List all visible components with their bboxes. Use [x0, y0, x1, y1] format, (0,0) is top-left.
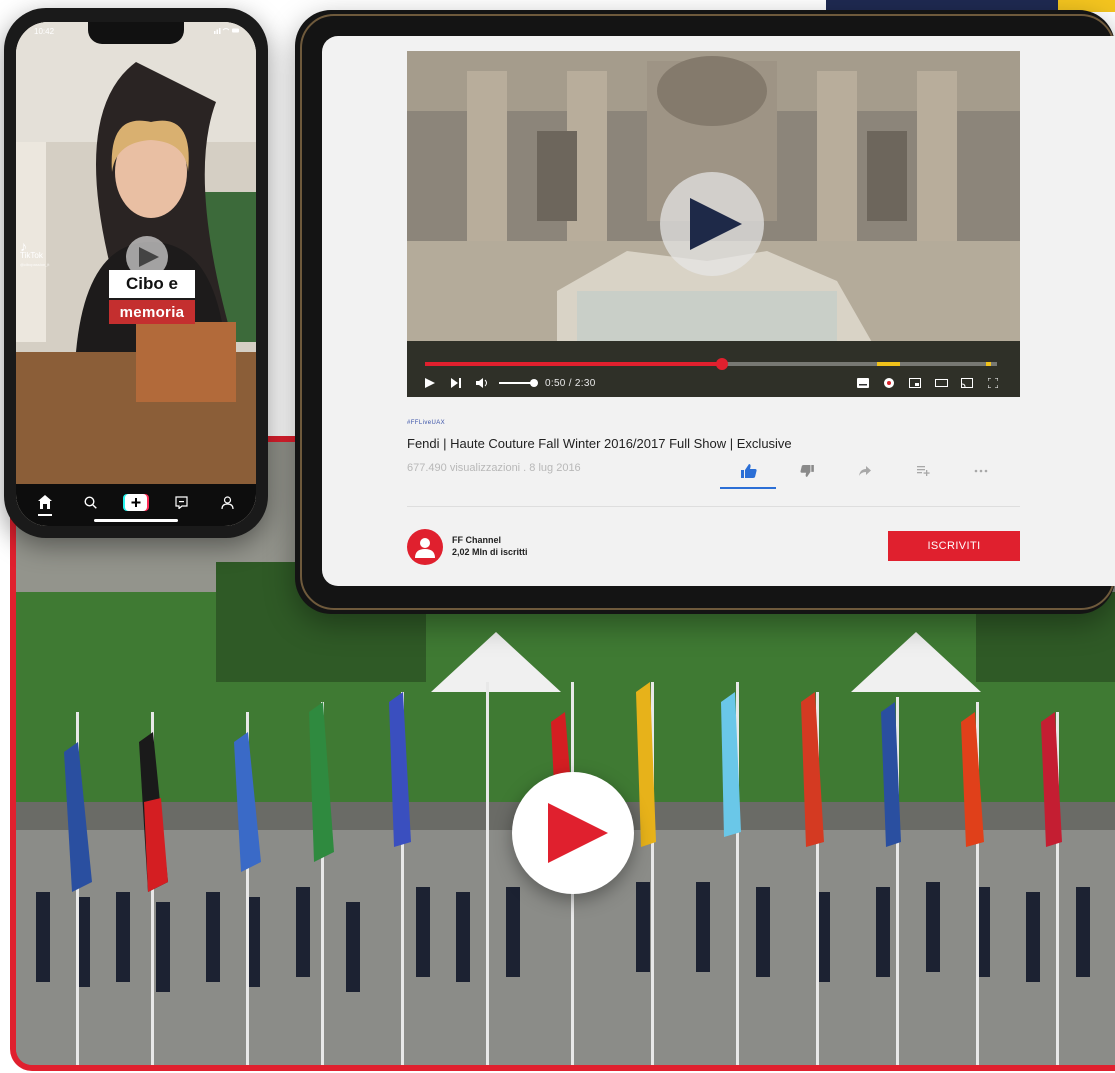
video-title: Fendi | Haute Couture Fall Winter 2016/2… — [407, 436, 792, 451]
tiktok-logo-icon: ♪ — [20, 238, 27, 254]
channel-name[interactable]: FF Channel — [452, 535, 501, 545]
play-icon — [138, 247, 159, 267]
video-player[interactable]: 0:50 / 2:30 — [407, 51, 1020, 397]
next-icon[interactable] — [447, 374, 465, 392]
tiktok-watermark: ♪ TikTok @cibopassion_it — [20, 238, 70, 269]
channel-subscriber-count: 2,02 Mln di iscritti — [452, 547, 528, 557]
search-icon — [84, 495, 97, 509]
subtitles-icon[interactable] — [854, 374, 872, 392]
tiktok-handle: @cibopassion_it — [20, 262, 50, 267]
tiktok-wordmark: TikTok — [20, 251, 43, 260]
progress-fill — [425, 362, 723, 366]
add-to-playlist-icon — [916, 466, 930, 476]
status-time: 10:42 — [34, 27, 55, 36]
nav-profile[interactable] — [213, 490, 241, 514]
volume-icon[interactable] — [473, 374, 491, 392]
aerial-play-button[interactable] — [512, 772, 634, 894]
subscribe-button[interactable]: ISCRIVITI — [888, 531, 1020, 561]
video-actions — [720, 456, 1010, 489]
youtube-page: 0:50 / 2:30 #FFLiveUAX Fendi | Haute Cou… — [322, 36, 1115, 586]
home-icon — [37, 495, 52, 509]
phone-device: 10:42 ♪ TikTok @cibopassion_it Cibo e me… — [4, 8, 268, 538]
nav-discover[interactable] — [76, 490, 104, 514]
home-indicator — [94, 519, 178, 522]
cast-icon[interactable] — [958, 374, 976, 392]
play-icon — [548, 803, 608, 863]
phone-notch — [88, 22, 184, 44]
video-play-button[interactable] — [660, 172, 764, 276]
player-controls: 0:50 / 2:30 — [407, 369, 1020, 397]
video-views-date: 677.490 visualizzazioni . 8 lug 2016 — [407, 462, 581, 474]
user-icon — [415, 538, 435, 558]
video-caption-line-1: Cibo e — [109, 270, 195, 298]
progress-chapter-marker — [985, 362, 992, 366]
dislike-button[interactable] — [778, 457, 836, 485]
share-button[interactable] — [836, 457, 894, 485]
video-hashtag[interactable]: #FFLiveUAX — [407, 420, 445, 426]
video-time: 0:50 / 2:30 — [545, 377, 596, 389]
section-divider — [407, 506, 1020, 507]
tiktok-screen: 10:42 ♪ TikTok @cibopassion_it Cibo e me… — [16, 22, 256, 526]
fullscreen-icon[interactable] — [984, 374, 1002, 392]
volume-slider[interactable] — [499, 379, 538, 387]
miniplayer-icon[interactable] — [906, 374, 924, 392]
like-button[interactable] — [720, 457, 778, 489]
video-caption-line-2: memoria — [109, 300, 195, 324]
thumbs-up-icon — [741, 464, 757, 478]
nav-inbox[interactable] — [168, 490, 196, 514]
progress-chapter-marker — [876, 362, 900, 366]
play-icon — [690, 198, 742, 250]
more-options-button[interactable] — [952, 457, 1010, 485]
more-icon — [974, 469, 988, 473]
play-icon[interactable] — [421, 374, 439, 392]
promo-composite: 0:50 / 2:30 #FFLiveUAX Fendi | Haute Cou… — [0, 0, 1115, 1073]
inbox-icon — [175, 495, 188, 509]
profile-icon — [221, 495, 234, 509]
save-to-playlist-button[interactable] — [894, 457, 952, 485]
signal-wifi-battery-icon — [214, 28, 239, 34]
thumbs-down-icon — [800, 465, 814, 477]
nav-home[interactable] — [31, 490, 59, 516]
status-icons — [214, 27, 240, 36]
settings-icon[interactable] — [880, 374, 898, 392]
nav-create[interactable] — [122, 490, 150, 514]
channel-avatar[interactable] — [407, 529, 443, 565]
progress-bar[interactable] — [425, 358, 997, 370]
share-icon — [859, 466, 871, 476]
theater-icon[interactable] — [932, 374, 950, 392]
create-plus-icon — [122, 493, 149, 511]
